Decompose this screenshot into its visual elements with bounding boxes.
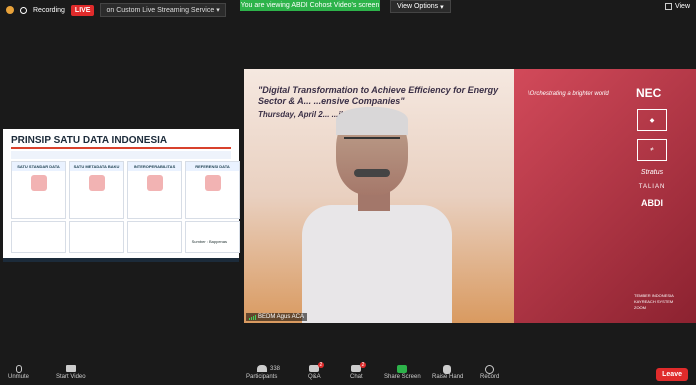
record-icon bbox=[484, 365, 494, 374]
view-options-label: View Options bbox=[397, 3, 439, 10]
video-camera-icon bbox=[65, 365, 76, 372]
unmute-label: Unmute bbox=[8, 374, 30, 380]
slide-card: INTEROPERABILITAS bbox=[127, 161, 182, 219]
start-video-button[interactable]: Start Video bbox=[56, 365, 86, 380]
slide-card-heading: SATU METADATA BAKU bbox=[70, 162, 123, 171]
qa-label: Q&A bbox=[308, 374, 321, 380]
speaker-hair bbox=[336, 107, 408, 135]
background-title: "Digital Transformation to Achieve Effic… bbox=[258, 85, 499, 106]
slide-intro-text bbox=[11, 151, 231, 159]
nec-logo: NEC bbox=[636, 86, 662, 100]
speaker-video[interactable]: "Digital Transformation to Achieve Effic… bbox=[244, 69, 696, 323]
participant-name: BEDM Agus ACA bbox=[258, 314, 305, 320]
signal-icon bbox=[249, 314, 256, 320]
leave-button[interactable]: Leave bbox=[656, 368, 688, 381]
emblem-logo: ◆ bbox=[637, 109, 667, 131]
viewing-banner: You are viewing ABDI Cohost Video's scre… bbox=[240, 0, 380, 11]
microphone-muted-icon bbox=[15, 365, 22, 373]
shared-screen: PRINSIP SATU DATA INDONESIA SATU STANDAR… bbox=[3, 129, 240, 262]
slide-footer bbox=[3, 258, 239, 262]
slide-card-heading: INTEROPERABILITAS bbox=[128, 162, 181, 171]
record-label: Record bbox=[480, 374, 500, 380]
slide-card-heading: SATU STANDAR DATA bbox=[12, 162, 65, 171]
view-label: View bbox=[674, 3, 690, 10]
qa-button[interactable]: 2 Q&A bbox=[308, 362, 325, 380]
start-video-label: Start Video bbox=[56, 374, 86, 380]
standard-icon bbox=[30, 175, 47, 191]
participants-icon bbox=[256, 365, 267, 372]
raise-hand-label: Raise Hand bbox=[432, 374, 464, 380]
stream-service-dropdown[interactable]: on Custom Live Streaming Service ▾ bbox=[100, 3, 226, 17]
chat-badge: 2 bbox=[359, 362, 367, 368]
slide-card: SATU STANDAR DATA bbox=[11, 161, 66, 219]
share-screen-button[interactable]: Share Screen bbox=[384, 365, 421, 380]
chat-label: Chat bbox=[350, 374, 363, 380]
hand-icon bbox=[442, 365, 451, 374]
participants-count: 338 bbox=[270, 366, 281, 372]
share-screen-label: Share Screen bbox=[384, 374, 421, 380]
slide-card: REFERENSI DATA bbox=[185, 161, 240, 219]
participant-nameplate: BEDM Agus ACA bbox=[246, 313, 308, 321]
video-background-panel bbox=[514, 69, 696, 323]
share-screen-icon bbox=[397, 365, 408, 373]
speaker-mustache bbox=[354, 169, 390, 177]
slide-card: SATU METADATA BAKU bbox=[69, 161, 124, 219]
slide-box bbox=[185, 221, 240, 253]
stratus-logo: Stratus bbox=[640, 169, 664, 176]
chevron-down-icon: ▾ bbox=[216, 7, 220, 14]
view-options-button[interactable]: View Options ▾ bbox=[390, 0, 451, 13]
slide-cards: SATU STANDAR DATA SATU METADATA BAKU INT… bbox=[11, 161, 240, 219]
meeting-top-bar: Recording LIVE on Custom Live Streaming … bbox=[0, 0, 696, 20]
slide-box bbox=[11, 221, 66, 253]
slide-source: Sumber : Bappenas bbox=[191, 239, 227, 244]
slide-title: PRINSIP SATU DATA INDONESIA bbox=[11, 135, 168, 146]
speaker-glasses bbox=[344, 137, 400, 153]
recycle-icon bbox=[88, 175, 105, 191]
live-badge[interactable]: LIVE bbox=[70, 4, 95, 16]
slide-divider bbox=[11, 147, 231, 149]
partner-logos: TEMBER INDONESIA KAYREACH SYSTEM ZOOM bbox=[634, 293, 678, 311]
recording-icon bbox=[20, 6, 27, 14]
slide-box bbox=[69, 221, 124, 253]
participants-label: Participants bbox=[246, 374, 278, 380]
partner-logo-2: KAYREACH SYSTEM ZOOM bbox=[634, 299, 674, 310]
speaker-figure bbox=[302, 107, 452, 323]
slide-card-heading: REFERENSI DATA bbox=[186, 162, 239, 171]
slide-lower-boxes bbox=[11, 221, 240, 253]
viewing-text: You are viewing ABDI Cohost Video's scre… bbox=[240, 2, 380, 9]
location-pin-icon bbox=[204, 175, 221, 191]
sponsor-logos: ◆ ≠ Stratus TALIAN ABDI bbox=[637, 109, 667, 208]
view-button[interactable]: View bbox=[664, 3, 690, 10]
stream-service-label: on Custom Live Streaming Service bbox=[106, 7, 215, 14]
chevron-down-icon: ▾ bbox=[438, 3, 444, 11]
security-icon[interactable] bbox=[6, 6, 14, 14]
grid-icon bbox=[146, 175, 163, 191]
abdi-logo: ABDI bbox=[641, 198, 663, 208]
slide-box bbox=[127, 221, 182, 253]
speaker-body bbox=[302, 205, 452, 323]
meeting-toolbar: Unmute Start Video Participants 338 2 Q&… bbox=[0, 362, 696, 385]
raise-hand-button[interactable]: Raise Hand bbox=[432, 365, 463, 380]
chat-button[interactable]: 2 Chat bbox=[350, 362, 367, 380]
grid-icon bbox=[664, 3, 672, 10]
top-left-status: Recording LIVE on Custom Live Streaming … bbox=[6, 3, 226, 17]
talian-logo: TALIAN bbox=[638, 184, 666, 190]
record-button[interactable]: Record bbox=[480, 365, 499, 380]
qa-badge: 2 bbox=[317, 362, 325, 368]
monogram-logo: ≠ bbox=[637, 139, 667, 161]
recording-label: Recording bbox=[33, 6, 65, 14]
unmute-button[interactable]: Unmute bbox=[8, 365, 29, 380]
background-tagline: \Orchestrating a brighter world bbox=[528, 91, 609, 97]
